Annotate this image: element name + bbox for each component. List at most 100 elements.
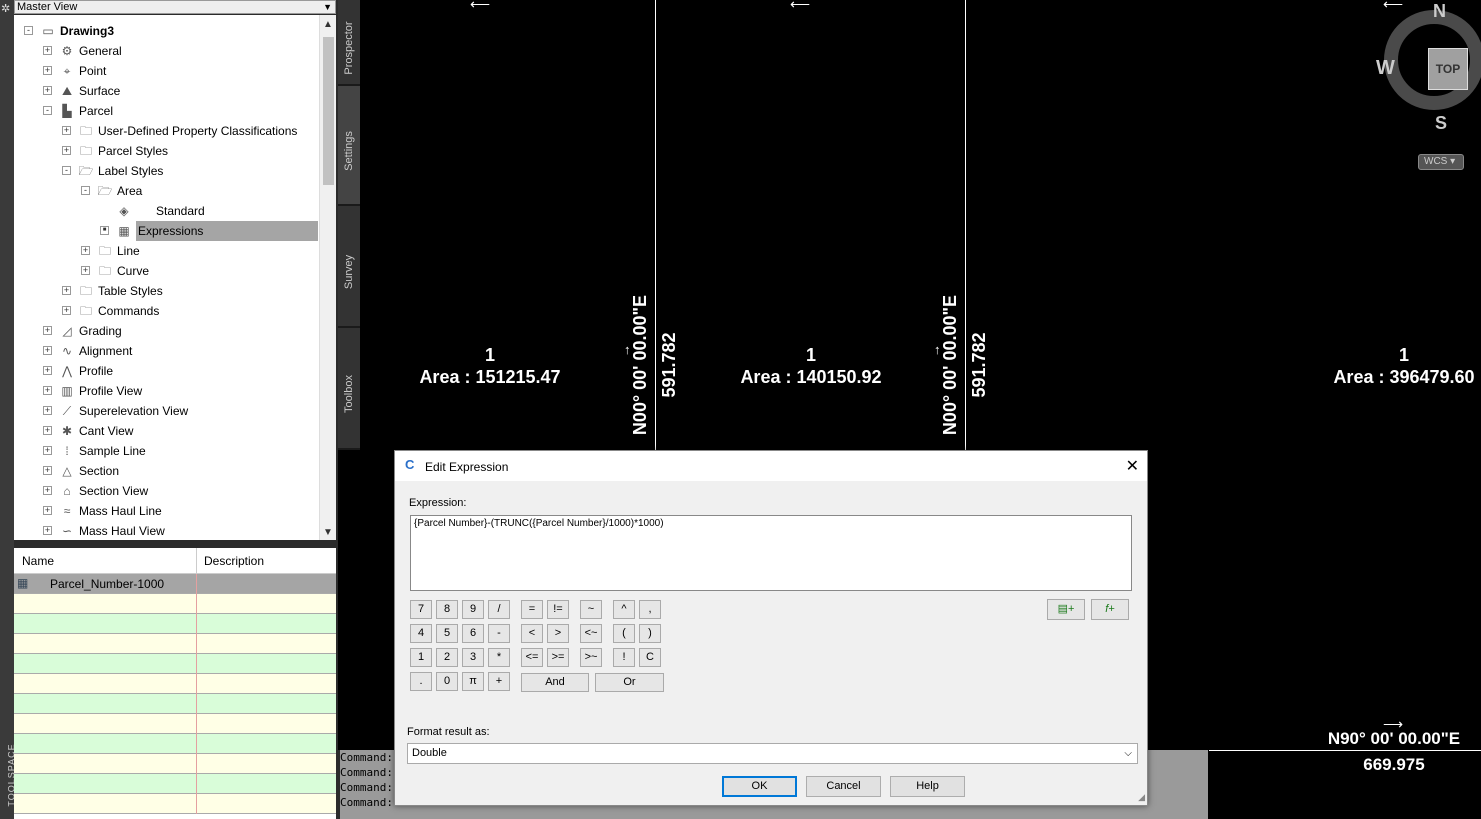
table-row[interactable] (14, 794, 336, 814)
parcel-area-label[interactable]: Area : 151215.47 (390, 367, 590, 388)
expand-toggle[interactable]: + (43, 86, 52, 95)
tree-item-general[interactable]: General (79, 41, 122, 61)
expand-toggle[interactable]: + (43, 446, 52, 455)
expand-toggle[interactable]: + (43, 466, 52, 475)
resize-grip-icon[interactable]: ◢ (1138, 792, 1145, 803)
table-row[interactable] (14, 674, 336, 694)
tree-item-profile[interactable]: Profile (79, 361, 113, 381)
tree-item-surface[interactable]: Surface (79, 81, 120, 101)
chevron-down-icon[interactable]: ⌵ (1124, 744, 1132, 763)
panel-splitter[interactable] (14, 540, 336, 548)
parcel-number-label[interactable]: 1 (1354, 345, 1454, 366)
toolspace-titlebar[interactable]: ✲ TOOLSPACE (0, 0, 17, 819)
tree-item-cant-view[interactable]: Cant View (79, 421, 133, 441)
expand-toggle[interactable]: + (43, 506, 52, 515)
tree-scrollbar[interactable]: ▲ ▼ (319, 15, 336, 540)
tree-item-expressions[interactable]: Expressions (136, 221, 318, 241)
collapse-toggle[interactable]: - (24, 26, 33, 35)
key-button[interactable]: . (410, 672, 432, 691)
tab-settings[interactable]: Settings (338, 86, 360, 206)
tree-item-table-styles[interactable]: Table Styles (98, 281, 163, 301)
segment-bearing-label[interactable]: N00° 00' 00.00"E (630, 290, 652, 440)
expand-toggle[interactable]: + (43, 486, 52, 495)
tree-item-section-view[interactable]: Section View (79, 481, 148, 501)
insert-property-button[interactable]: ▤+ (1047, 599, 1085, 620)
operator-button[interactable]: ! (613, 648, 635, 667)
collapse-toggle[interactable]: - (81, 186, 90, 195)
parcel-number-label[interactable]: 1 (440, 345, 540, 366)
operator-button[interactable]: ( (613, 624, 635, 643)
operator-button[interactable]: <~ (580, 624, 602, 643)
tab-prospector[interactable]: Prospector (338, 0, 360, 86)
viewcube-top-face[interactable]: TOP (1428, 48, 1468, 90)
tree-item-curve[interactable]: Curve (117, 261, 149, 281)
tab-toolbox[interactable]: Toolbox (338, 328, 360, 450)
tree-item-mass-haul-view[interactable]: Mass Haul View (79, 521, 165, 540)
table-row[interactable] (14, 634, 336, 654)
master-view-dropdown[interactable]: Master View ▼ (14, 0, 336, 14)
expand-toggle[interactable]: + (43, 386, 52, 395)
scroll-thumb[interactable] (323, 37, 334, 185)
key-button[interactable]: * (488, 648, 510, 667)
table-row[interactable] (14, 694, 336, 714)
tree-item-standard[interactable]: Standard (156, 201, 205, 221)
parcel-area-label[interactable]: Area : 140150.92 (711, 367, 911, 388)
expand-toggle[interactable]: + (43, 406, 52, 415)
compass-west[interactable]: W (1376, 57, 1395, 80)
tab-survey[interactable]: Survey (338, 206, 360, 328)
tree-item-sample-line[interactable]: Sample Line (79, 441, 146, 461)
operator-button[interactable]: >~ (580, 648, 602, 667)
operator-button[interactable]: < (521, 624, 543, 643)
tree-item-commands[interactable]: Commands (98, 301, 159, 321)
toolspace-options-icon[interactable]: ✲ (1, 2, 10, 15)
operator-button[interactable]: ^ (613, 600, 635, 619)
expand-toggle[interactable]: + (43, 46, 52, 55)
help-button[interactable]: Help (890, 776, 965, 797)
table-row[interactable] (14, 654, 336, 674)
key-button[interactable]: π (462, 672, 484, 691)
table-row[interactable] (14, 734, 336, 754)
segment-distance-label[interactable]: 669.975 (1344, 755, 1444, 775)
tree-item-section[interactable]: Section (79, 461, 119, 481)
expand-toggle[interactable]: + (43, 346, 52, 355)
item-list-grid[interactable]: Name Description ▦ Parcel_Number-1000 (14, 548, 336, 819)
tree-item-mass-haul-line[interactable]: Mass Haul Line (79, 501, 162, 521)
tree-item-label-styles[interactable]: Label Styles (98, 161, 163, 181)
close-icon[interactable]: ✕ (1126, 456, 1139, 476)
scroll-down-icon[interactable]: ▼ (323, 527, 333, 538)
key-button[interactable]: 6 (462, 624, 484, 643)
key-button[interactable]: 0 (436, 672, 458, 691)
tree-item-superelevation-view[interactable]: Superelevation View (79, 401, 188, 421)
expand-toggle[interactable]: + (81, 246, 90, 255)
key-button[interactable]: 4 (410, 624, 432, 643)
operator-button[interactable]: >= (547, 648, 569, 667)
key-button[interactable]: 3 (462, 648, 484, 667)
expand-toggle[interactable]: + (62, 306, 71, 315)
operator-button[interactable]: ) (639, 624, 661, 643)
expand-toggle[interactable]: + (43, 326, 52, 335)
expand-toggle[interactable]: + (43, 366, 52, 375)
key-button[interactable]: / (488, 600, 510, 619)
column-header-description[interactable]: Description (204, 554, 264, 568)
tree-item-user-defined-property-classifications[interactable]: User-Defined Property Classifications (98, 121, 297, 141)
key-button[interactable]: 8 (436, 600, 458, 619)
table-row[interactable] (14, 594, 336, 614)
key-button[interactable]: - (488, 624, 510, 643)
table-row[interactable]: ▦ Parcel_Number-1000 (14, 574, 336, 594)
operator-button[interactable]: ~ (580, 600, 602, 619)
segment-bearing-label[interactable]: N90° 00' 00.00"E (1314, 729, 1474, 749)
segment-bearing-label[interactable]: N00° 00' 00.00"E (940, 290, 962, 440)
key-button[interactable]: 7 (410, 600, 432, 619)
key-and[interactable]: And (521, 673, 589, 692)
expand-toggle[interactable]: + (62, 286, 71, 295)
ok-button[interactable]: OK (722, 776, 797, 797)
expand-toggle[interactable]: + (43, 526, 52, 535)
dialog-titlebar[interactable]: C Edit Expression ✕ (395, 451, 1147, 481)
key-or[interactable]: Or (595, 673, 664, 692)
key-button[interactable]: 2 (436, 648, 458, 667)
wcs-menu-button[interactable]: WCS ▾ (1418, 154, 1464, 170)
expand-toggle[interactable]: + (62, 126, 71, 135)
expression-input[interactable]: {Parcel Number}-(TRUNC({Parcel Number}/1… (410, 515, 1132, 591)
parcel-number-label[interactable]: 1 (761, 345, 861, 366)
operator-button[interactable]: != (547, 600, 569, 619)
